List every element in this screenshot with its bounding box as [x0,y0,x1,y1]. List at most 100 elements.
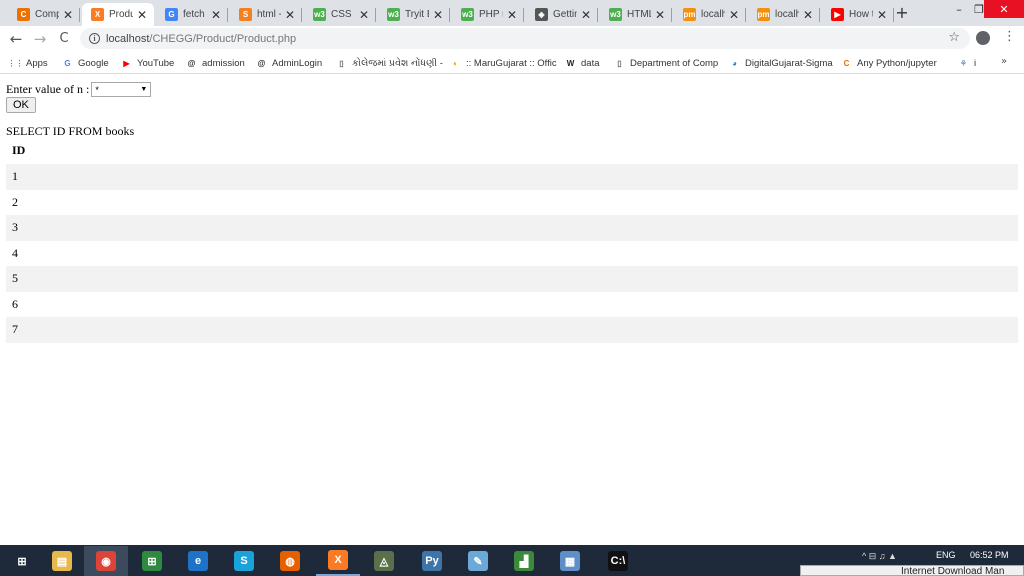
tab-separator [819,8,820,22]
xampp-icon: X [328,550,348,570]
digitalgujarat-icon: ◕ [732,58,737,68]
address-bar[interactable]: i localhost/CHEGG/Product/Product.php ☆ [80,28,970,49]
ok-button[interactable]: OK [6,97,36,113]
back-button[interactable]: ← [6,29,26,49]
tab-close-icon[interactable]: ✕ [62,8,74,22]
tab-6[interactable]: w3 PHP n✕ [452,3,524,26]
bookmark-9[interactable]: ◕ DigitalGujarat-Sigma [729,56,833,70]
taskbar-app-12[interactable]: ▦ [548,546,592,576]
tab-5[interactable]: w3 Tryit E✕ [378,3,450,26]
page-content: Enter value of n : * ▼ OK SELECT ID FROM… [0,75,1024,545]
tab-9[interactable]: pm localh ✕ [674,3,746,26]
tab-close-icon[interactable]: ✕ [654,8,666,22]
phpmyadmin-icon: pm [683,8,696,21]
bookmark-label: Google [78,57,109,69]
tab-close-icon[interactable]: ✕ [358,8,370,22]
tab-0[interactable]: C Comp ✕ [8,3,80,26]
tab-11[interactable]: ▶ How t ✕ [822,3,894,26]
taskbar-app-7[interactable]: X [316,546,360,576]
store-icon: ⊞ [142,551,162,571]
tab-separator [301,8,302,22]
tab-1[interactable]: X Produ ✕ [82,3,154,26]
taskbar-app-4[interactable]: e [176,546,220,576]
table-row: 1 [6,164,1018,190]
bookmark-2[interactable]: ▶ YouTube [121,56,179,70]
url-text[interactable]: localhost/CHEGG/Product/Product.php [106,33,296,45]
tab-close-icon[interactable]: ✕ [284,8,296,22]
bookmark-label: data [581,57,600,69]
tab-close-icon[interactable]: ✕ [136,8,148,22]
taskbar-app-5[interactable]: S [222,546,266,576]
tab-close-icon[interactable]: ✕ [210,8,222,22]
clock[interactable]: 06:52 PM [970,550,1009,560]
tab-4[interactable]: w3 CSS St✕ [304,3,376,26]
n-form: Enter value of n : * ▼ [6,82,152,97]
bookmark-4[interactable]: @ AdminLogin [256,56,328,70]
taskbar-app-11[interactable]: ▟ [502,546,546,576]
dropdown-arrow-icon: ▼ [140,86,148,93]
bookmarks-bar: » ⋮⋮ Apps G Google ▶ YouTube @ admission @ AdminL… [0,51,1024,74]
menu-kebab-icon[interactable]: ⋮ [1003,29,1016,44]
bookmark-11[interactable]: ⚘ i [958,56,978,70]
tab-10[interactable]: pm localh ✕ [748,3,820,26]
taskbar-app-3[interactable]: ⊞ [130,546,174,576]
taskbar-app-8[interactable]: ◬ [362,546,406,576]
language-indicator[interactable]: ENG [936,550,956,560]
taskbar-app-2[interactable]: ◉ [84,546,128,576]
google-icon: G [165,8,178,21]
terminal-icon: C:\ [608,551,628,571]
n-select[interactable]: * ▼ [91,82,152,97]
table-row: 4 [12,245,18,260]
tab-2[interactable]: Gfetch ✕ [156,3,228,26]
network-app-icon: ◬ [374,551,394,571]
system-tray[interactable]: ^ ⊟ ♫ ▲ [862,551,897,562]
bookmark-6[interactable]: ◐:: MaruGujarat :: Offic [450,56,558,70]
tab-title: HTML [627,9,651,20]
chart-app-icon: ▟ [514,551,534,571]
tab-close-icon[interactable]: ✕ [876,8,888,22]
at-icon: @ [187,58,196,68]
close-window-button[interactable]: ✕ [984,0,1024,18]
taskbar-app-9[interactable]: Py [410,546,454,576]
tab-8[interactable]: w3 HTML✕ [600,3,672,26]
taskbar-app-1[interactable]: ▤ [40,546,84,576]
bookmark-label: i [974,57,977,69]
tab-separator [745,8,746,22]
reload-button[interactable]: C [54,29,74,49]
tab-3[interactable]: Shtml - ✕ [230,3,302,26]
tab-close-icon[interactable]: ✕ [802,8,814,22]
taskbar-app-6[interactable]: ◍ [268,546,312,576]
bookmark-star-icon[interactable]: ☆ [948,30,960,45]
bookmark-5[interactable]: ▯ કોલેજમાં પ્રવેશ નોંધણી - ક્રમાં [336,56,444,70]
bookmark-8[interactable]: ▯ Department of Comp [614,56,722,70]
tab-separator [893,8,894,22]
bookmark-0[interactable]: ⋮⋮ Apps [10,56,54,70]
n-select-value: * [95,84,99,95]
taskbar-app-10[interactable]: ✎ [456,546,500,576]
tab-close-icon[interactable]: ✕ [506,8,518,22]
bookmark-10[interactable]: C Any Python/jupyter [841,56,951,70]
profile-avatar-icon[interactable] [976,31,990,45]
bookmark-3[interactable]: @ admission [186,56,250,70]
bookmark-label: કોલેજમાં પ્રવેશ નોંધણી - ક્રમાં [352,57,444,69]
download-manager-notification[interactable]: Internet Download Man [800,565,1024,576]
taskbar-app-13[interactable]: C:\ [596,546,640,576]
taskbar-app-0[interactable]: ⊞ [0,546,44,576]
marugujarat-icon: ◐ [453,58,458,68]
bookmarks-overflow-button[interactable]: » [1001,56,1007,67]
tab-7[interactable]: ◈ Gettin ✕ [526,3,598,26]
info-icon[interactable]: i [89,33,100,44]
tab-close-icon[interactable]: ✕ [580,8,592,22]
tab-close-icon[interactable]: ✕ [728,8,740,22]
tab-title: localh [701,9,725,20]
bookmark-label: admission [202,57,245,69]
bookmark-1[interactable]: G Google [62,56,114,70]
w3schools-icon: w3 [461,8,474,21]
new-tab-button[interactable]: + [893,3,911,22]
tab-close-icon[interactable]: ✕ [432,8,444,22]
file-explorer-icon: ▤ [52,551,72,571]
forward-button[interactable]: → [30,29,50,49]
bookmark-7[interactable]: Wdata [565,56,607,70]
firefox-icon: ◍ [280,551,300,571]
bookmark-label: AdminLogin [272,57,323,69]
